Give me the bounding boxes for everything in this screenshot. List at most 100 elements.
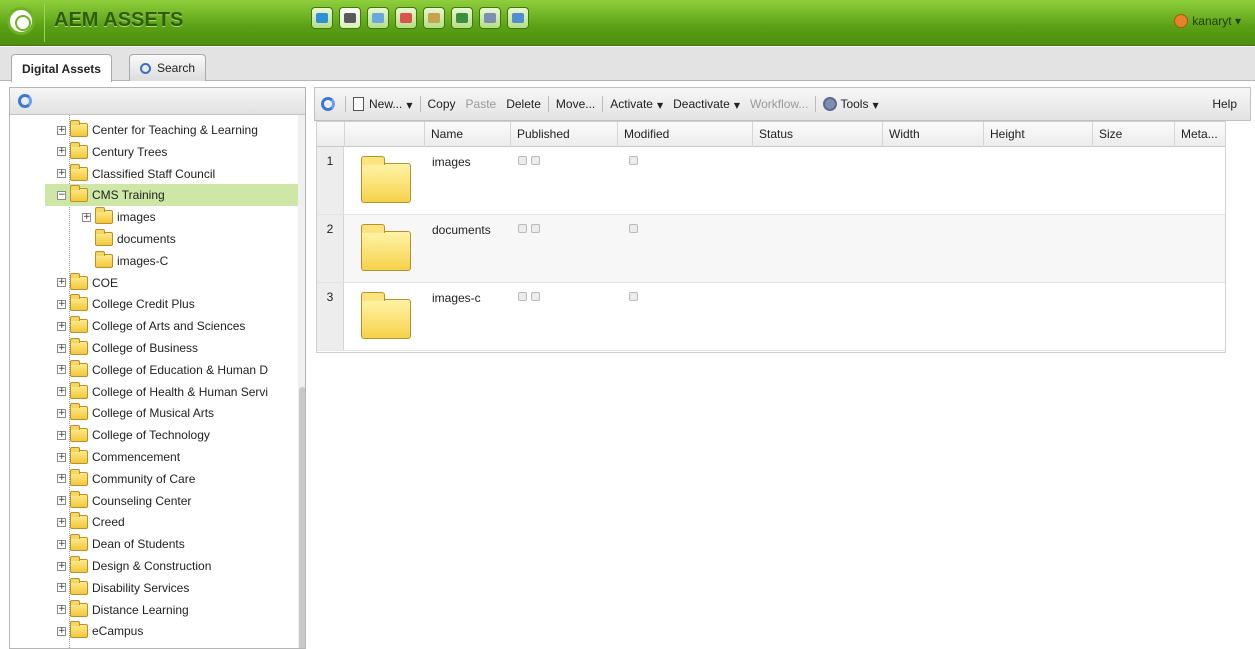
new-button[interactable]: New... ▼ — [353, 97, 413, 112]
folder-thumbnail-icon — [361, 292, 411, 339]
nav-button-2[interactable] — [367, 7, 389, 29]
tree-node[interactable]: + Design & Construction — [10, 555, 290, 577]
folder-icon — [70, 294, 88, 312]
expand-icon[interactable]: + — [57, 278, 66, 288]
tree-node[interactable]: + College of Arts and Sciences — [10, 315, 290, 337]
tree-node[interactable]: + College Credit Plus — [10, 293, 290, 315]
tree-node[interactable]: + Community of Care — [10, 468, 290, 490]
tree-node[interactable]: + Dean of Students — [10, 533, 290, 555]
folder-icon — [70, 120, 88, 137]
tree-node[interactable]: + Center for Teaching & Learning — [10, 119, 290, 141]
tree-node[interactable]: + Century Trees — [10, 141, 290, 163]
search-icon — [140, 62, 151, 74]
deactivate-button[interactable]: Deactivate ▼ — [673, 97, 740, 111]
column-header-size[interactable]: Size — [1093, 122, 1175, 147]
tree-node[interactable]: + College of Musical Arts — [10, 402, 290, 424]
expand-icon[interactable]: + — [57, 452, 66, 462]
expand-icon[interactable]: + — [57, 125, 66, 135]
tree-node[interactable]: + Creed — [10, 511, 290, 533]
tree-node[interactable]: + Distance Learning — [10, 599, 290, 621]
nav-button-6[interactable] — [479, 7, 501, 29]
tab-search[interactable]: Search — [129, 54, 207, 81]
nav-button-1[interactable] — [339, 7, 361, 29]
row-name[interactable]: images — [432, 155, 471, 169]
nav-button-5[interactable] — [451, 7, 473, 29]
toolbar-separator — [602, 96, 604, 112]
tree-node[interactable]: documents — [10, 228, 290, 250]
expand-icon[interactable]: + — [57, 299, 66, 309]
tree-node[interactable]: + COE — [10, 272, 290, 294]
row-name[interactable]: images-c — [432, 291, 481, 305]
expand-icon[interactable]: + — [57, 408, 66, 418]
tree-node-label: College of Education & Human D — [92, 362, 269, 377]
expand-icon[interactable]: + — [57, 605, 66, 615]
expand-icon[interactable]: + — [57, 626, 66, 636]
expand-icon[interactable]: + — [57, 147, 66, 157]
nav-button-4[interactable] — [423, 7, 445, 29]
expand-icon[interactable]: + — [57, 365, 66, 375]
tree-node[interactable]: + Disability Services — [10, 577, 290, 599]
tree-node-label: Distance Learning — [92, 602, 189, 617]
tree-scroll-thumb[interactable] — [299, 387, 305, 648]
nav-button-0[interactable] — [311, 7, 333, 29]
refresh-tree-icon[interactable] — [18, 94, 32, 108]
workflow-button[interactable]: Workflow... — [750, 97, 808, 111]
expand-icon[interactable]: + — [82, 212, 91, 222]
expand-icon[interactable]: + — [57, 430, 66, 440]
tree-node[interactable]: + College of Health & Human Servi — [10, 381, 290, 403]
delete-button[interactable]: Delete — [506, 97, 541, 111]
tree-node[interactable]: − CMS Training — [45, 184, 298, 207]
nav-button-7[interactable] — [507, 7, 529, 29]
globe-icon — [316, 13, 328, 23]
tree-node[interactable]: images-C — [10, 250, 290, 272]
tab-digital-assets[interactable]: Digital Assets — [11, 54, 112, 82]
expand-icon[interactable]: + — [57, 474, 66, 484]
user-menu[interactable]: kanaryt ▾ — [1174, 14, 1241, 28]
table-row[interactable]: 3 images-c — [317, 283, 1225, 351]
folder-thumbnail-icon — [361, 156, 411, 203]
column-header-modified[interactable]: Modified — [618, 122, 753, 147]
expand-icon[interactable]: + — [57, 517, 66, 527]
column-header-metadata[interactable]: Meta... — [1175, 122, 1225, 147]
expand-icon[interactable]: + — [57, 583, 66, 593]
folder-icon — [70, 447, 88, 464]
tree-node[interactable]: + images — [10, 206, 290, 228]
nav-button-3[interactable] — [395, 7, 417, 29]
column-header-status[interactable]: Status — [753, 122, 883, 147]
tree-node[interactable]: + Counseling Center — [10, 490, 290, 512]
paste-button[interactable]: Paste — [466, 97, 497, 111]
tree-node[interactable]: + eCampus — [10, 620, 290, 642]
expand-icon[interactable]: + — [57, 169, 66, 179]
copy-button[interactable]: Copy — [428, 97, 456, 111]
tools-button[interactable]: Tools ▼ — [823, 97, 879, 112]
tree-node[interactable]: + College of Technology — [10, 424, 290, 446]
tree-node[interactable]: + Commencement — [10, 446, 290, 468]
asset-toolbar: New... ▼ Copy Paste Delete Move... Activa… — [314, 87, 1251, 121]
table-row[interactable]: 2 documents — [317, 215, 1225, 283]
activate-button[interactable]: Activate ▼ — [610, 97, 663, 111]
expand-icon[interactable]: + — [57, 387, 66, 397]
expand-icon[interactable]: + — [57, 496, 66, 506]
tree-node[interactable]: + College of Education & Human D — [10, 359, 290, 381]
tree-node[interactable]: + College of Business — [10, 337, 290, 359]
tree-node-label: College of Arts and Sciences — [92, 319, 246, 334]
tree-node[interactable]: + Classified Staff Council — [10, 163, 290, 185]
column-header-height[interactable]: Height — [984, 122, 1093, 147]
folder-icon — [70, 621, 88, 639]
table-row[interactable]: 1 images — [317, 147, 1225, 215]
row-name[interactable]: documents — [432, 223, 491, 237]
expand-icon[interactable]: + — [57, 321, 66, 331]
column-header-width[interactable]: Width — [883, 122, 984, 147]
expand-icon[interactable]: + — [57, 561, 66, 571]
expand-icon[interactable]: + — [57, 343, 66, 353]
refresh-list-icon[interactable] — [321, 97, 335, 111]
column-header-name[interactable]: Name — [425, 122, 511, 147]
aem-logo-icon[interactable] — [7, 7, 35, 35]
move-button[interactable]: Move... — [556, 97, 595, 111]
column-header-published[interactable]: Published — [511, 122, 618, 147]
tree-scrollbar[interactable] — [298, 115, 305, 648]
collapse-icon[interactable]: − — [57, 190, 66, 200]
tree-node-label: Disability Services — [92, 580, 190, 595]
help-button[interactable]: Help — [1212, 97, 1237, 111]
expand-icon[interactable]: + — [57, 539, 66, 549]
